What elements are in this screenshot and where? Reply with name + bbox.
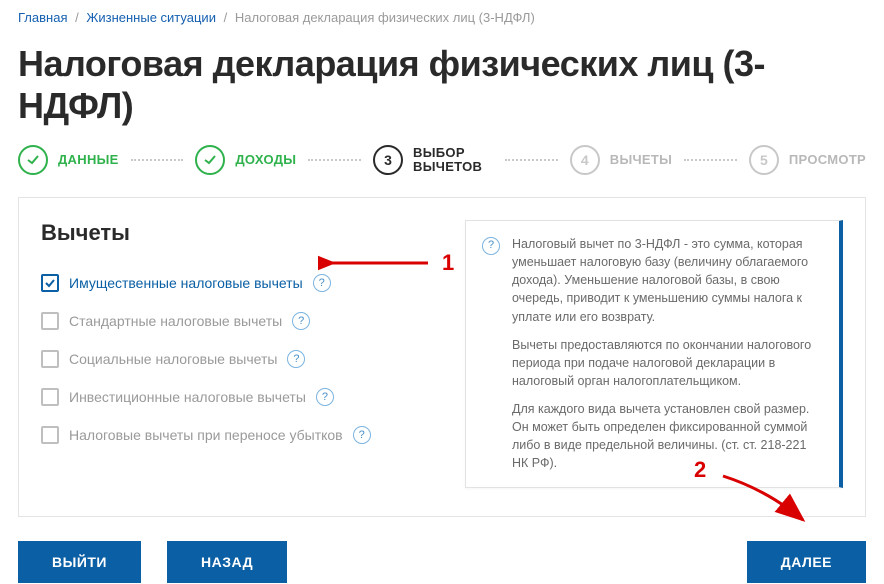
exit-button[interactable]: ВЫЙТИ <box>18 541 141 583</box>
breadcrumb-level2[interactable]: Жизненные ситуации <box>86 10 216 25</box>
stepper: ДАННЫЕ ДОХОДЫ 3 ВЫБОР ВЫЧЕТОВ 4 ВЫЧЕТЫ 5… <box>0 145 884 197</box>
checkbox-row-property: Имущественные налоговые вычеты ? <box>41 264 443 302</box>
step-number: 4 <box>570 145 600 175</box>
step-review[interactable]: 5 ПРОСМОТР <box>749 145 866 175</box>
step-deduction-choice[interactable]: 3 ВЫБОР ВЫЧЕТОВ <box>373 145 493 175</box>
help-icon[interactable]: ? <box>313 274 331 292</box>
annotation-label-1: 1 <box>442 250 454 276</box>
checkbox-label[interactable]: Инвестиционные налоговые вычеты <box>69 389 306 405</box>
breadcrumb-current: Налоговая декларация физических лиц (3-Н… <box>235 10 535 25</box>
checkbox-row-social: Социальные налоговые вычеты ? <box>41 340 443 378</box>
button-row: ВЫЙТИ НАЗАД ДАЛЕЕ <box>0 517 884 583</box>
page-title: Налоговая декларация физических лиц (3-Н… <box>0 29 884 145</box>
back-button[interactable]: НАЗАД <box>167 541 287 583</box>
checkbox-property[interactable] <box>41 274 59 292</box>
step-number: 5 <box>749 145 779 175</box>
checkbox-investment[interactable] <box>41 388 59 406</box>
info-box: ? Налоговый вычет по 3-НДФЛ - это сумма,… <box>465 220 843 488</box>
checkbox-social[interactable] <box>41 350 59 368</box>
checkbox-label[interactable]: Налоговые вычеты при переносе убытков <box>69 427 343 443</box>
annotation-label-2: 2 <box>694 457 706 483</box>
help-icon[interactable]: ? <box>353 426 371 444</box>
checkbox-losses[interactable] <box>41 426 59 444</box>
step-label: ВЫЧЕТЫ <box>610 153 672 167</box>
deductions-form: Вычеты Имущественные налоговые вычеты ? … <box>41 220 443 488</box>
info-icon: ? <box>482 237 500 255</box>
checkbox-row-losses: Налоговые вычеты при переносе убытков ? <box>41 416 443 454</box>
info-column: ? Налоговый вычет по 3-НДФЛ - это сумма,… <box>465 220 843 488</box>
checkbox-row-investment: Инвестиционные налоговые вычеты ? <box>41 378 443 416</box>
step-label: ДОХОДЫ <box>235 153 296 167</box>
info-paragraph: Налоговый вычет по 3-НДФЛ - это сумма, к… <box>512 235 823 326</box>
step-connector <box>505 159 558 161</box>
breadcrumb: Главная / Жизненные ситуации / Налоговая… <box>0 0 884 29</box>
checkbox-row-standard: Стандартные налоговые вычеты ? <box>41 302 443 340</box>
checkbox-label[interactable]: Имущественные налоговые вычеты <box>69 275 303 291</box>
section-title: Вычеты <box>41 220 443 246</box>
help-icon[interactable]: ? <box>292 312 310 330</box>
info-text: Налоговый вычет по 3-НДФЛ - это сумма, к… <box>512 235 823 473</box>
checkbox-standard[interactable] <box>41 312 59 330</box>
breadcrumb-home[interactable]: Главная <box>18 10 67 25</box>
help-icon[interactable]: ? <box>287 350 305 368</box>
step-connector <box>131 159 184 161</box>
step-number: 3 <box>373 145 403 175</box>
step-data[interactable]: ДАННЫЕ <box>18 145 119 175</box>
step-connector <box>308 159 361 161</box>
checkbox-label[interactable]: Социальные налоговые вычеты <box>69 351 277 367</box>
step-label: ДАННЫЕ <box>58 153 119 167</box>
checkbox-label[interactable]: Стандартные налоговые вычеты <box>69 313 282 329</box>
step-label: ВЫБОР ВЫЧЕТОВ <box>413 146 493 175</box>
step-deductions[interactable]: 4 ВЫЧЕТЫ <box>570 145 672 175</box>
info-paragraph: Вычеты предоставляются по окончании нало… <box>512 336 823 390</box>
info-paragraph: Для каждого вида вычета установлен свой … <box>512 400 823 473</box>
help-icon[interactable]: ? <box>316 388 334 406</box>
main-panel: Вычеты Имущественные налоговые вычеты ? … <box>18 197 866 517</box>
step-label: ПРОСМОТР <box>789 153 866 167</box>
check-icon <box>18 145 48 175</box>
step-income[interactable]: ДОХОДЫ <box>195 145 296 175</box>
check-icon <box>195 145 225 175</box>
step-connector <box>684 159 737 161</box>
next-button[interactable]: ДАЛЕЕ <box>747 541 866 583</box>
